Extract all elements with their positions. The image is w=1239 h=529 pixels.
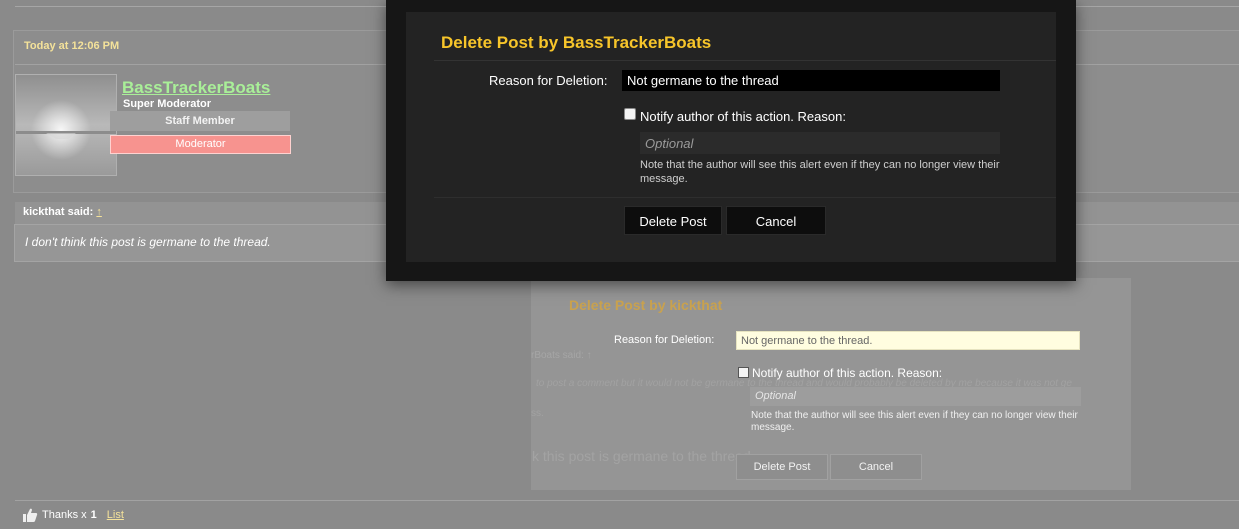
ghost-dialog-title: Delete Post by kickthat bbox=[569, 297, 723, 313]
ghost-notify-checkbox bbox=[738, 367, 749, 378]
ghost-note: Note that the author will see this alert… bbox=[751, 410, 1078, 433]
cancel-button[interactable]: Cancel bbox=[726, 206, 826, 235]
divider bbox=[15, 500, 1239, 501]
notify-note: Note that the author will see this alert… bbox=[640, 159, 1000, 185]
quote-author: kickthat said: ↑ bbox=[23, 206, 102, 218]
user-title: Super Moderator bbox=[123, 98, 212, 110]
ghost-faint-bottom-text: k this post is germane to the thread. bbox=[532, 448, 755, 464]
thanks-list-link[interactable]: List bbox=[107, 509, 124, 521]
ghost-notify-label: Notify author of this action. Reason: bbox=[752, 366, 943, 380]
notify-author-label[interactable]: Notify author of this action. Reason: bbox=[640, 109, 846, 124]
avatar[interactable] bbox=[15, 74, 117, 176]
ghost-optional-field: Optional bbox=[750, 387, 1081, 406]
notify-reason-input[interactable] bbox=[640, 132, 1000, 154]
thumbs-up-icon bbox=[22, 507, 38, 523]
delete-post-button[interactable]: Delete Post bbox=[624, 206, 722, 235]
post-date[interactable]: Today at 12:06 PM bbox=[24, 40, 119, 52]
thanks-bar: Thanks x 1 List bbox=[22, 507, 124, 523]
thanks-label: Thanks x bbox=[42, 509, 87, 521]
dialog-title: Delete Post by BassTrackerBoats bbox=[441, 33, 712, 52]
ghost-faint-misc: ss. bbox=[531, 408, 544, 419]
ghost-reason-field: Not germane to the thread. bbox=[736, 331, 1080, 350]
quote-jump-arrow-icon[interactable]: ↑ bbox=[96, 206, 102, 218]
ghost-cancel-button: Cancel bbox=[830, 454, 922, 480]
avatar-image bbox=[16, 75, 116, 175]
divider bbox=[434, 60, 1056, 61]
ghost-faint-quote-author: rBoats said: ↑ bbox=[531, 350, 592, 361]
ghost-reason-label: Reason for Deletion: bbox=[614, 334, 715, 346]
ghost-delete-button: Delete Post bbox=[736, 454, 828, 480]
staff-member-banner: Staff Member bbox=[110, 111, 290, 131]
notify-author-checkbox[interactable] bbox=[624, 108, 636, 120]
quote-text: I don't think this post is germane to th… bbox=[25, 235, 271, 249]
reason-input[interactable] bbox=[622, 70, 1000, 91]
quote-author-label: kickthat said: bbox=[23, 206, 94, 218]
thanks-count: 1 bbox=[90, 509, 97, 521]
reason-label: Reason for Deletion: bbox=[489, 73, 608, 88]
moderator-banner: Moderator bbox=[110, 135, 291, 154]
username-link[interactable]: BassTrackerBoats bbox=[122, 78, 270, 98]
divider bbox=[434, 197, 1056, 198]
